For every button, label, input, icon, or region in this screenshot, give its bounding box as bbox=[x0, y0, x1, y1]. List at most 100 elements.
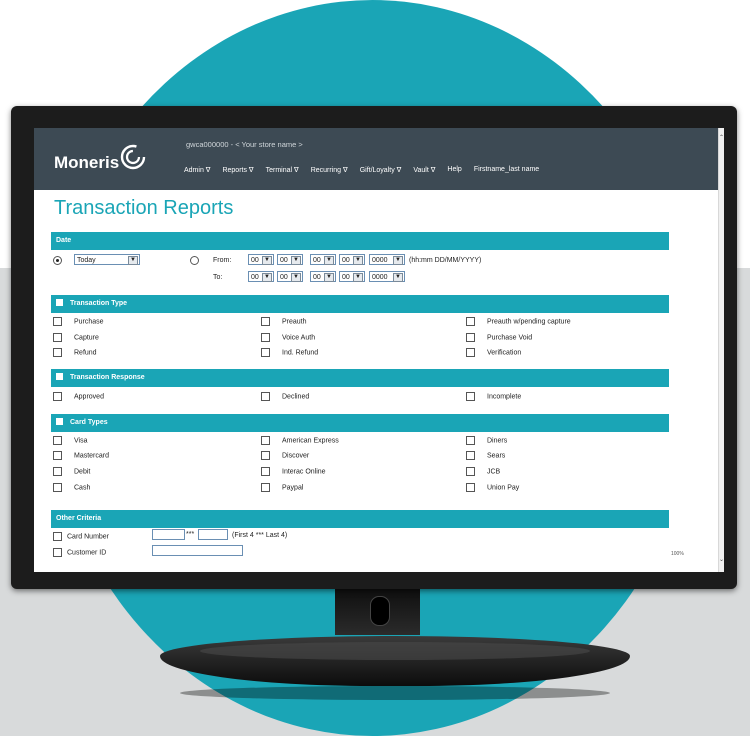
checkbox-label: Purchase Void bbox=[487, 334, 533, 342]
date-range-radio[interactable] bbox=[190, 256, 199, 265]
checkbox-card-number[interactable]: Card Number bbox=[53, 532, 109, 541]
customer-id-input[interactable] bbox=[152, 545, 243, 556]
checkbox-icon bbox=[53, 451, 62, 460]
checkbox-customer-id[interactable]: Customer ID bbox=[53, 548, 106, 557]
select-all-checkbox[interactable] bbox=[56, 299, 63, 307]
checkbox-sears[interactable]: Sears bbox=[466, 451, 505, 460]
date-preset-select[interactable]: Today ▼ bbox=[74, 254, 140, 265]
checkbox-label: Declined bbox=[282, 393, 310, 401]
checkbox-mastercard[interactable]: Mastercard bbox=[53, 451, 109, 460]
scroll-up-icon[interactable]: ⌃ bbox=[719, 134, 724, 141]
nav-vault[interactable]: Vault ∇ bbox=[413, 166, 435, 174]
from-month-value: 00 bbox=[342, 257, 350, 264]
monitor-base-shadow bbox=[180, 686, 610, 700]
to-day-select[interactable]: 00 ▼ bbox=[310, 271, 336, 282]
checkbox-voice-auth[interactable]: Voice Auth bbox=[261, 333, 315, 342]
from-day-select[interactable]: 00 ▼ bbox=[310, 254, 336, 265]
checkbox-label: Diners bbox=[487, 437, 508, 445]
select-all-checkbox[interactable] bbox=[56, 373, 63, 381]
to-year-select[interactable]: 0000 ▼ bbox=[369, 271, 405, 282]
from-hour-select[interactable]: 00 ▼ bbox=[248, 254, 274, 265]
checkbox-amex[interactable]: American Express bbox=[261, 436, 339, 445]
nav-user[interactable]: Firstname_last name bbox=[474, 166, 539, 174]
chevron-down-icon: ▼ bbox=[291, 273, 301, 282]
checkbox-jcb[interactable]: JCB bbox=[466, 467, 500, 476]
nav-help[interactable]: Help bbox=[447, 166, 461, 174]
from-minute-select[interactable]: 00 ▼ bbox=[277, 254, 303, 265]
checkbox-approved[interactable]: Approved bbox=[53, 392, 104, 401]
section-date-label: Date bbox=[56, 237, 72, 244]
checkbox-icon bbox=[53, 483, 62, 492]
store-name: gwca000000 - < Your store name > bbox=[186, 140, 303, 149]
chevron-down-icon: ▼ bbox=[128, 256, 138, 265]
chevron-down-icon: ▼ bbox=[291, 256, 301, 265]
nav-recurring[interactable]: Recurring ∇ bbox=[311, 166, 348, 174]
checkbox-debit[interactable]: Debit bbox=[53, 467, 90, 476]
checkbox-label: Capture bbox=[74, 334, 99, 342]
checkbox-label: Debit bbox=[74, 468, 91, 476]
card-mask-text: *** bbox=[186, 531, 195, 538]
checkbox-icon bbox=[261, 467, 270, 476]
scroll-down-icon[interactable]: ⌄ bbox=[719, 556, 724, 563]
nav-terminal[interactable]: Terminal ∇ bbox=[266, 166, 299, 174]
brand-logo[interactable]: Moneris bbox=[54, 153, 119, 173]
checkbox-union-pay[interactable]: Union Pay bbox=[466, 483, 519, 492]
section-transaction-response-header[interactable]: Transaction Response bbox=[51, 369, 669, 387]
checkbox-icon bbox=[261, 451, 270, 460]
from-month-select[interactable]: 00 ▼ bbox=[339, 254, 365, 265]
section-other-criteria-header: Other Criteria bbox=[51, 510, 669, 528]
section-card-types-label: Card Types bbox=[70, 419, 108, 426]
checkbox-icon bbox=[53, 467, 62, 476]
checkbox-icon bbox=[261, 392, 270, 401]
checkbox-label: Cash bbox=[74, 484, 91, 492]
section-date-header: Date bbox=[51, 232, 669, 250]
checkbox-label: Union Pay bbox=[487, 484, 520, 492]
checkbox-purchase[interactable]: Purchase bbox=[53, 317, 104, 326]
nav-admin[interactable]: Admin ∇ bbox=[184, 166, 210, 174]
to-hour-select[interactable]: 00 ▼ bbox=[248, 271, 274, 282]
section-transaction-type-header[interactable]: Transaction Type bbox=[51, 295, 669, 313]
checkbox-purchase-void[interactable]: Purchase Void bbox=[466, 333, 532, 342]
section-card-types-header[interactable]: Card Types bbox=[51, 414, 669, 432]
from-year-select[interactable]: 0000 ▼ bbox=[369, 254, 405, 265]
checkbox-icon bbox=[261, 436, 270, 445]
card-first4-input[interactable] bbox=[152, 529, 185, 540]
checkbox-label: Card Number bbox=[67, 533, 110, 541]
checkbox-capture[interactable]: Capture bbox=[53, 333, 99, 342]
checkbox-declined[interactable]: Declined bbox=[261, 392, 309, 401]
checkbox-label: Refund bbox=[74, 349, 97, 357]
checkbox-icon bbox=[466, 317, 475, 326]
card-number-hint: (First 4 *** Last 4) bbox=[232, 532, 288, 539]
checkbox-paypal[interactable]: Paypal bbox=[261, 483, 303, 492]
checkbox-discover[interactable]: Discover bbox=[261, 451, 309, 460]
checkbox-diners[interactable]: Diners bbox=[466, 436, 507, 445]
chevron-down-icon: ▼ bbox=[324, 256, 334, 265]
checkbox-icon bbox=[53, 392, 62, 401]
select-all-checkbox[interactable] bbox=[56, 418, 63, 426]
checkbox-cash[interactable]: Cash bbox=[53, 483, 90, 492]
chevron-down-icon: ▼ bbox=[262, 256, 272, 265]
checkbox-interac-online[interactable]: Interac Online bbox=[261, 467, 326, 476]
checkbox-ind-refund[interactable]: Ind. Refund bbox=[261, 348, 318, 357]
card-last4-input[interactable] bbox=[198, 529, 228, 540]
from-year-value: 0000 bbox=[372, 257, 388, 264]
checkbox-visa[interactable]: Visa bbox=[53, 436, 88, 445]
checkbox-verification[interactable]: Verification bbox=[466, 348, 521, 357]
to-minute-select[interactable]: 00 ▼ bbox=[277, 271, 303, 282]
monitor-bezel: Moneris gwca000000 - < Your store name >… bbox=[11, 106, 737, 589]
to-year-value: 0000 bbox=[372, 274, 388, 281]
to-month-select[interactable]: 00 ▼ bbox=[339, 271, 365, 282]
vertical-scrollbar[interactable] bbox=[718, 128, 724, 572]
checkbox-label: Incomplete bbox=[487, 393, 522, 401]
from-hour-value: 00 bbox=[251, 257, 259, 264]
chevron-down-icon: ▼ bbox=[393, 273, 403, 282]
date-preset-radio[interactable] bbox=[53, 256, 62, 265]
checkbox-incomplete[interactable]: Incomplete bbox=[466, 392, 521, 401]
from-day-value: 00 bbox=[313, 257, 321, 264]
nav-reports[interactable]: Reports ∇ bbox=[222, 166, 253, 174]
checkbox-refund[interactable]: Refund bbox=[53, 348, 97, 357]
checkbox-preauth[interactable]: Preauth bbox=[261, 317, 307, 326]
checkbox-preauth-pending[interactable]: Preauth w/pending capture bbox=[466, 317, 571, 326]
zoom-level[interactable]: 100% bbox=[671, 551, 684, 557]
nav-gift-loyalty[interactable]: Gift/Loyalty ∇ bbox=[360, 166, 402, 174]
